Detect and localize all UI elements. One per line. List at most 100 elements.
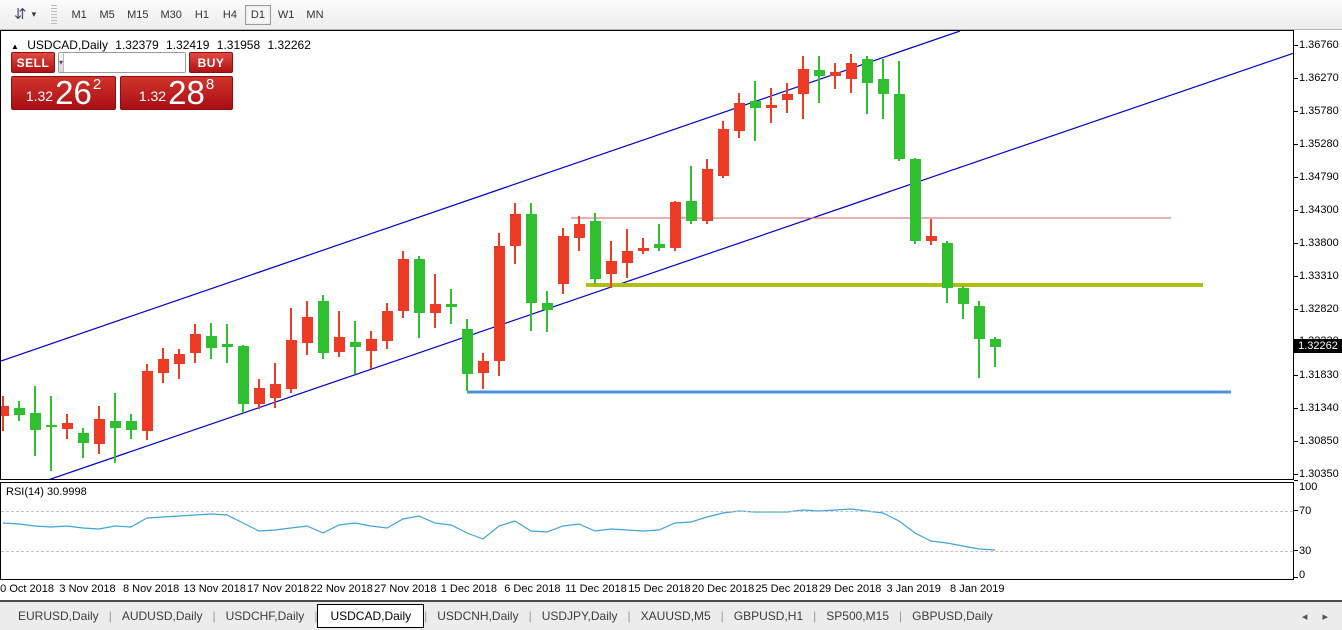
rsi-axis-label: 0 — [1299, 569, 1342, 581]
candle-body — [750, 101, 761, 108]
volume-input[interactable] — [64, 53, 186, 72]
candle-body — [206, 336, 217, 348]
symbol-name: USDCAD,Daily — [27, 38, 108, 52]
main-chart-panel: ▲ USDCAD,Daily 1.32379 1.32419 1.31958 1… — [0, 30, 1294, 480]
candle-body — [78, 433, 89, 443]
candle-body — [542, 303, 553, 310]
candle-body — [990, 339, 1001, 347]
tab-xauusd-m5[interactable]: XAUUSD,M5 — [631, 605, 721, 627]
tab-scroll-left-icon[interactable]: ◂ — [1302, 611, 1314, 623]
candle-body — [446, 304, 457, 307]
buy-price-prefix: 1.32 — [139, 88, 166, 104]
candle-body — [174, 354, 185, 364]
candle-body — [382, 311, 393, 341]
tab-gbpusd-daily[interactable]: GBPUSD,Daily — [902, 605, 1003, 627]
candle-body — [318, 301, 329, 353]
candle-body — [590, 221, 601, 279]
sell-button[interactable]: SELL — [11, 52, 55, 73]
candle-body — [366, 339, 377, 351]
buy-quote-box[interactable]: 1.32 28 8 — [120, 76, 233, 110]
current-price-tag: 1.32262 — [1294, 339, 1342, 353]
price-axis-label: 1.32820 — [1299, 303, 1342, 315]
toolbar-grip[interactable] — [50, 5, 57, 25]
candle-body — [558, 236, 569, 284]
time-axis-label: 8 Jan 2019 — [932, 583, 1022, 595]
candle-body — [302, 317, 313, 343]
timeframe-button-m1[interactable]: M1 — [66, 5, 92, 25]
timeframe-button-d1[interactable]: D1 — [245, 5, 271, 25]
timeframe-button-h1[interactable]: H1 — [189, 5, 215, 25]
timeframe-button-h4[interactable]: H4 — [217, 5, 243, 25]
candle-body — [862, 59, 873, 83]
timeframe-button-m5[interactable]: M5 — [94, 5, 120, 25]
candle-body — [974, 306, 985, 339]
price-axis-label: 1.31340 — [1299, 402, 1342, 414]
candle-wick — [642, 238, 644, 254]
price-axis-tick — [1294, 144, 1298, 145]
tab-usdchf-daily[interactable]: USDCHF,Daily — [216, 605, 315, 627]
rsi-axis-tick — [1294, 577, 1298, 578]
timeframe-button-mn[interactable]: MN — [301, 5, 328, 25]
timeframe-button-m30[interactable]: M30 — [156, 5, 187, 25]
rsi-line — [3, 509, 995, 550]
candle-body — [878, 79, 889, 94]
top-toolbar: ⇵ ▾ M1M5M15M30H1H4D1W1MN — [0, 0, 1342, 30]
price-axis-label: 1.33310 — [1299, 270, 1342, 282]
candle-body — [414, 259, 425, 313]
collapse-triangle-icon[interactable]: ▲ — [11, 42, 19, 51]
candle-body — [622, 251, 633, 263]
candle-body — [190, 334, 201, 353]
tab-usdjpy-daily[interactable]: USDJPY,Daily — [532, 605, 628, 627]
timeframe-button-w1[interactable]: W1 — [273, 5, 300, 25]
candle-body — [814, 70, 825, 76]
candle-body — [702, 169, 713, 221]
ohlc-low: 1.31958 — [217, 38, 260, 52]
candle-body — [494, 246, 505, 361]
price-axis-label: 1.35280 — [1299, 138, 1342, 150]
price-axis-label: 1.34790 — [1299, 171, 1342, 183]
time-axis[interactable]: 30 Oct 20183 Nov 20188 Nov 201813 Nov 20… — [0, 581, 1294, 598]
rsi-axis-tick — [1294, 480, 1298, 481]
chevron-down-icon[interactable]: ▾ — [32, 9, 37, 20]
sell-quote-box[interactable]: 1.32 26 2 — [11, 76, 116, 110]
candle-body — [126, 421, 137, 430]
tab-audusd-daily[interactable]: AUDUSD,Daily — [112, 605, 213, 627]
tab-gbpusd-h1[interactable]: GBPUSD,H1 — [724, 605, 813, 627]
tab-scroll-arrows: ◂ ▸ — [1302, 610, 1334, 623]
candle-body — [158, 359, 169, 373]
price-axis-tick — [1294, 210, 1298, 211]
ohlc-high: 1.32419 — [166, 38, 209, 52]
price-axis-tick — [1294, 375, 1298, 376]
price-axis-label: 1.35780 — [1299, 105, 1342, 117]
candle-body — [574, 224, 585, 238]
candle-body — [638, 248, 649, 251]
candle-body — [670, 202, 681, 248]
buy-button[interactable]: BUY — [189, 52, 233, 73]
tab-usdcad-daily[interactable]: USDCAD,Daily — [317, 604, 424, 628]
chart-tool-button[interactable]: ⇵ ▾ — [10, 5, 40, 24]
price-axis-tick — [1294, 276, 1298, 277]
volume-stepper: ▾ ▴ — [58, 52, 186, 73]
candle-body — [942, 243, 953, 288]
ohlc-open: 1.32379 — [115, 38, 158, 52]
one-click-trading-panel: SELL ▾ ▴ BUY 1.32 26 2 1.32 28 8 — [11, 52, 233, 110]
tab-scroll-right-icon[interactable]: ▸ — [1322, 611, 1334, 623]
candle-wick — [754, 81, 756, 141]
candle-body — [734, 103, 745, 131]
ohlc-close: 1.32262 — [268, 38, 311, 52]
candle-body — [782, 94, 793, 100]
candle-body — [254, 388, 265, 404]
candle-body — [894, 94, 905, 159]
candle-body — [222, 344, 233, 347]
rsi-indicator-panel[interactable]: RSI(14) 30.9998 — [0, 482, 1294, 580]
candle-body — [350, 342, 361, 347]
candle-body — [462, 329, 473, 374]
tab-sp500-m15[interactable]: SP500,M15 — [816, 605, 899, 627]
timeframe-button-m15[interactable]: M15 — [122, 5, 153, 25]
tab-usdcnh-daily[interactable]: USDCNH,Daily — [427, 605, 528, 627]
tab-eurusd-daily[interactable]: EURUSD,Daily — [8, 605, 109, 627]
candle-body — [142, 371, 153, 431]
price-axis-tick — [1294, 408, 1298, 409]
candle-body — [478, 361, 489, 373]
price-axis-label: 1.33800 — [1299, 237, 1342, 249]
